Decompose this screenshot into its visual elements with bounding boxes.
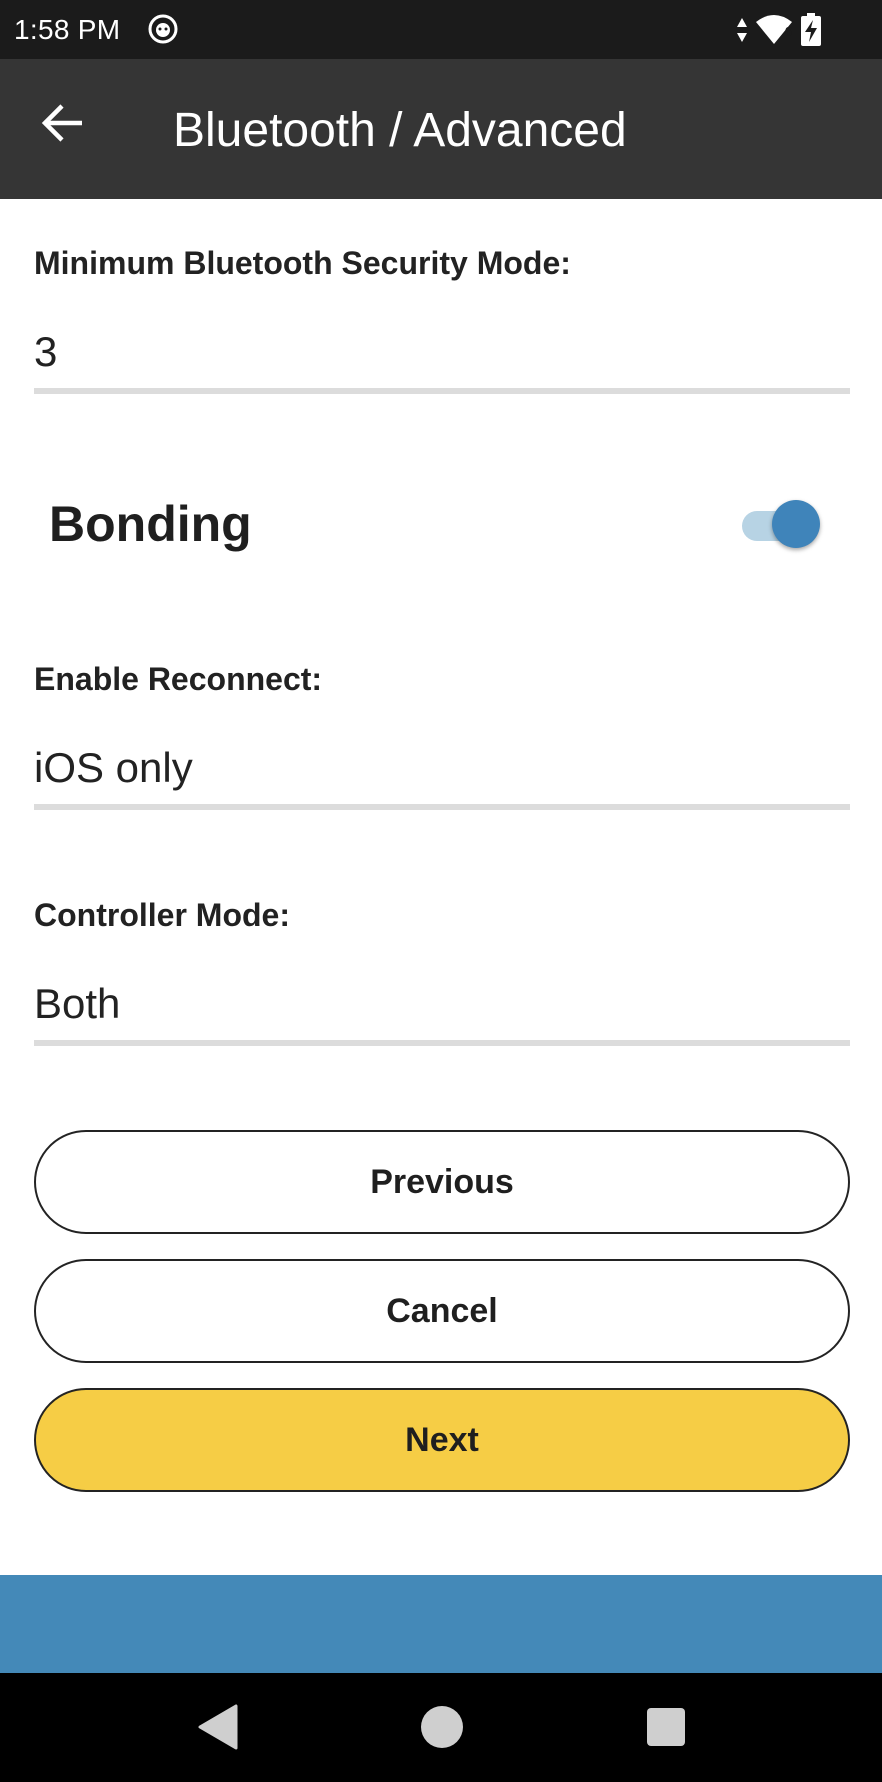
status-icons: 6 bbox=[736, 10, 822, 50]
page-title: Bluetooth / Advanced bbox=[173, 104, 627, 157]
back-triangle-icon bbox=[196, 1704, 240, 1755]
bonding-toggle[interactable] bbox=[738, 498, 824, 552]
data-arrows-icon bbox=[736, 17, 748, 43]
controller-mode-label: Controller Mode: bbox=[34, 897, 290, 933]
reconnect-value[interactable]: iOS only bbox=[34, 744, 193, 792]
recents-square-icon bbox=[646, 1707, 686, 1752]
security-mode-value[interactable]: 3 bbox=[34, 328, 57, 376]
nav-back-button[interactable] bbox=[188, 1699, 248, 1759]
previous-button[interactable]: Previous bbox=[34, 1130, 850, 1234]
home-circle-icon bbox=[420, 1705, 464, 1754]
battery-charging-icon bbox=[800, 13, 822, 47]
controller-mode-underline bbox=[34, 1040, 850, 1046]
cancel-button[interactable]: Cancel bbox=[34, 1259, 850, 1363]
security-mode-underline bbox=[34, 388, 850, 394]
app-notification-icon bbox=[148, 14, 178, 44]
status-time: 1:58 PM bbox=[14, 14, 121, 45]
app-bar: Bluetooth / Advanced bbox=[0, 59, 882, 199]
network-badge: 6 bbox=[784, 24, 792, 39]
controller-mode-value[interactable]: Both bbox=[34, 980, 120, 1028]
system-nav-bar bbox=[0, 1673, 882, 1782]
next-button[interactable]: Next bbox=[34, 1388, 850, 1492]
wifi-icon: 6 bbox=[754, 14, 794, 46]
security-mode-label: Minimum Bluetooth Security Mode: bbox=[34, 245, 571, 281]
back-button[interactable] bbox=[30, 93, 94, 157]
status-bar: 1:58 PM 6 bbox=[0, 0, 882, 59]
bottom-accent-band bbox=[0, 1575, 882, 1673]
arrow-left-icon bbox=[40, 103, 84, 148]
nav-recents-button[interactable] bbox=[636, 1699, 696, 1759]
toggle-thumb bbox=[772, 500, 820, 548]
bonding-label: Bonding bbox=[49, 496, 252, 552]
reconnect-label: Enable Reconnect: bbox=[34, 661, 323, 697]
reconnect-underline bbox=[34, 804, 850, 810]
nav-home-button[interactable] bbox=[412, 1699, 472, 1759]
